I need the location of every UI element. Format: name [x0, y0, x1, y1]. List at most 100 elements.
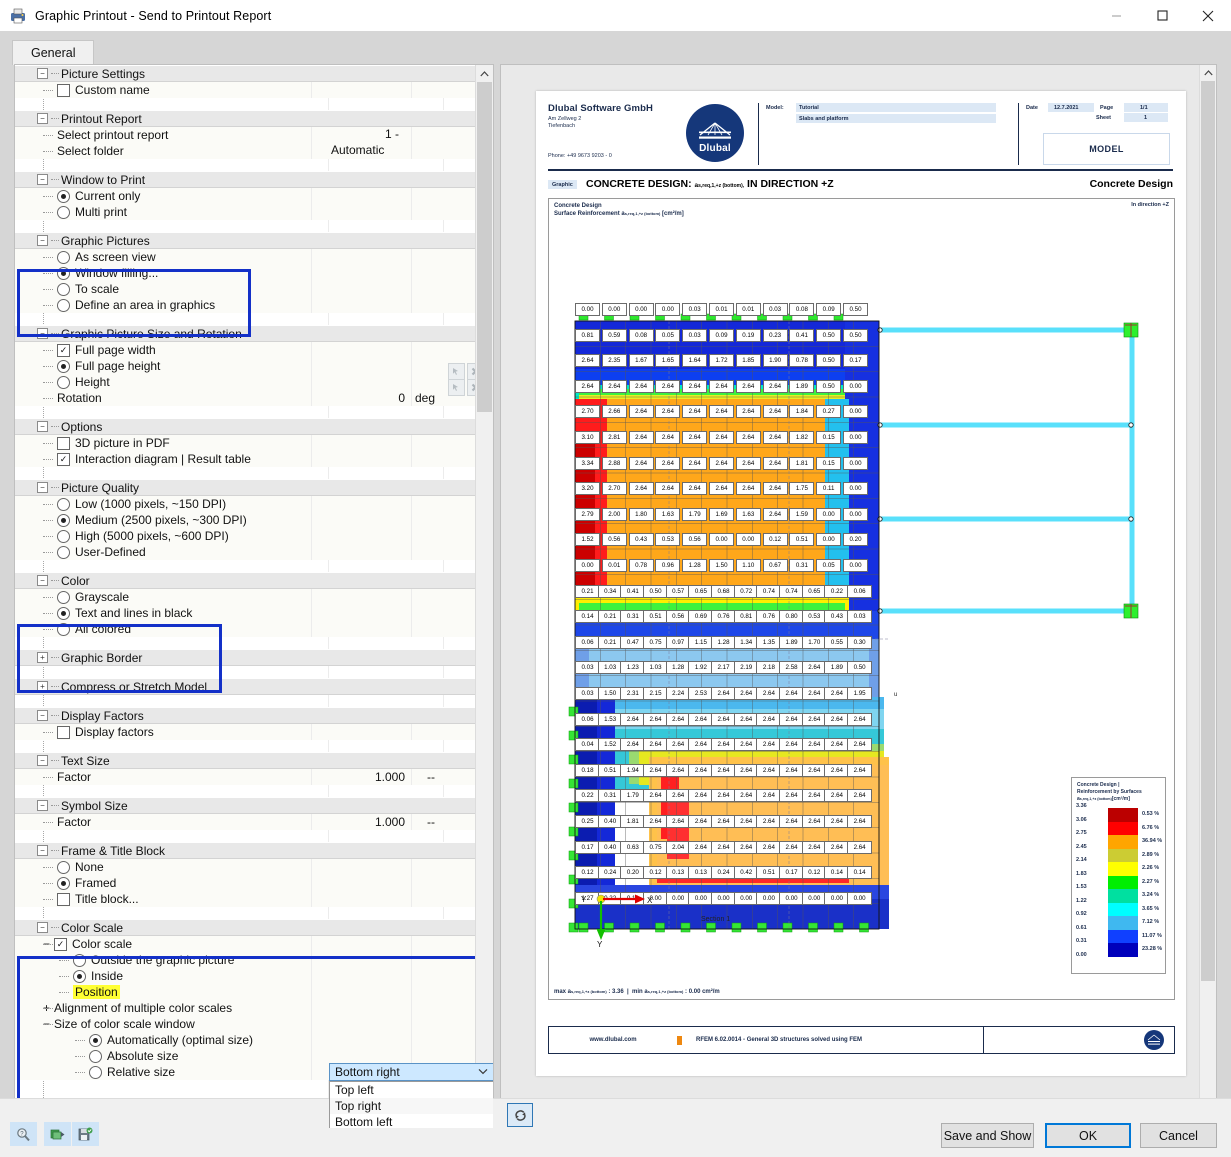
group-header-printout-report[interactable]: −Printout Report [15, 110, 477, 127]
setting-row[interactable]: Framed [15, 875, 477, 891]
radio-relative-size[interactable] [89, 1066, 102, 1079]
radio-grayscale[interactable] [57, 591, 70, 604]
tab-general[interactable]: General [12, 40, 94, 65]
setting-row[interactable]: Grayscale [15, 589, 477, 605]
pick-graphic-button-2[interactable] [448, 379, 465, 396]
setting-row[interactable]: Automatically (optimal size) [15, 1032, 477, 1048]
setting-row[interactable]: User-Defined [15, 544, 477, 560]
group-expander-window-to-print[interactable]: − [37, 174, 48, 185]
setting-row[interactable]: Window filling... [15, 265, 477, 281]
radio-medium-2500-pixels-300-dpi[interactable] [57, 514, 70, 527]
setting-row[interactable]: Inside [15, 968, 477, 984]
row-cell-value[interactable] [311, 281, 411, 297]
radio-current-only[interactable] [57, 190, 70, 203]
settings-scrollbar-thumb[interactable] [477, 82, 492, 412]
radio-text-and-lines-in-black[interactable] [57, 607, 70, 620]
group-header-display-factors[interactable]: −Display Factors [15, 707, 477, 724]
setting-row[interactable]: Custom name [15, 82, 477, 98]
group-expander-symbol-size[interactable]: − [37, 800, 48, 811]
checkbox-interaction-diagram-result-table[interactable]: ✓ [57, 453, 70, 466]
row-cell-value[interactable] [311, 249, 411, 265]
radio-automatically-optimal-size[interactable] [89, 1034, 102, 1047]
ok-button[interactable]: OK [1045, 1123, 1131, 1148]
setting-row[interactable]: −Size of color scale window [15, 1016, 477, 1032]
setting-row[interactable]: None [15, 859, 477, 875]
row-cell-value[interactable] [311, 512, 411, 528]
row-cell-value[interactable] [311, 390, 411, 406]
setting-row[interactable]: Text and lines in black [15, 605, 477, 621]
setting-row[interactable]: Absolute size [15, 1048, 477, 1064]
graphic-frame[interactable]: Concrete Design Surface Reinforcement as… [548, 198, 1175, 1000]
setting-row[interactable]: Define an area in graphics [15, 297, 477, 313]
checkbox-title-block[interactable] [57, 893, 70, 906]
group-expander-frame-title-block[interactable]: − [37, 845, 48, 856]
setting-row[interactable]: Outside the graphic picture [15, 952, 477, 968]
setting-row[interactable]: Position [15, 984, 477, 1000]
setting-row[interactable]: All colored [15, 621, 477, 637]
row-cell-value[interactable] [311, 435, 411, 451]
setting-row[interactable]: Height [15, 374, 477, 390]
row-cell-value[interactable] [311, 984, 411, 1000]
radio-low-1000-pixels-150-dpi[interactable] [57, 498, 70, 511]
radio-full-page-height[interactable] [57, 360, 70, 373]
save-settings-button[interactable] [72, 1122, 99, 1146]
row-cell-value[interactable] [311, 589, 411, 605]
group-header-graphic-border[interactable]: +Graphic Border [15, 649, 477, 666]
row-cell-value[interactable] [311, 496, 411, 512]
checkbox-custom-name[interactable] [57, 84, 70, 97]
group-expander-text-size[interactable]: − [37, 755, 48, 766]
row-cell-value[interactable] [311, 342, 411, 358]
group-header-text-size[interactable]: −Text Size [15, 752, 477, 769]
help-search-button[interactable]: ? [10, 1122, 37, 1146]
radio-multi-print[interactable] [57, 206, 70, 219]
setting-row[interactable]: ✓Interaction diagram | Result table [15, 451, 477, 467]
setting-row[interactable]: Rotation0deg [15, 390, 477, 406]
group-header-picture-settings[interactable]: −Picture Settings [15, 65, 477, 82]
radio-as-screen-view[interactable] [57, 251, 70, 264]
setting-row[interactable]: Factor1.000-- [15, 769, 477, 785]
row-cell-value[interactable] [311, 952, 411, 968]
group-header-graphic-pictures[interactable]: −Graphic Pictures [15, 232, 477, 249]
export-settings-button[interactable] [44, 1122, 71, 1146]
close-button[interactable] [1185, 0, 1231, 31]
checkbox-full-page-width[interactable]: ✓ [57, 344, 70, 357]
group-header-frame-title-block[interactable]: −Frame & Title Block [15, 842, 477, 859]
radio-all-colored[interactable] [57, 623, 70, 636]
group-expander-picture-quality[interactable]: − [37, 482, 48, 493]
setting-row[interactable]: As screen view [15, 249, 477, 265]
radio-user-defined[interactable] [57, 546, 70, 559]
cancel-button[interactable]: Cancel [1140, 1123, 1217, 1148]
row-cell-value[interactable] [311, 1000, 411, 1016]
setting-row[interactable]: +Alignment of multiple color scales [15, 1000, 477, 1016]
group-header-window-to-print[interactable]: −Window to Print [15, 171, 477, 188]
row-cell-value[interactable] [311, 544, 411, 560]
radio-to-scale[interactable] [57, 283, 70, 296]
preview-scroll-up-icon[interactable] [1200, 65, 1216, 81]
refresh-preview-button[interactable] [507, 1103, 533, 1127]
setting-row[interactable]: ✓Full page width [15, 342, 477, 358]
preview-scrollbar-thumb[interactable] [1201, 81, 1215, 981]
setting-row[interactable]: Current only [15, 188, 477, 204]
group-header-compress-or-stretch-model[interactable]: +Compress or Stretch Model [15, 678, 477, 695]
checkbox-3d-picture-in-pdf[interactable] [57, 437, 70, 450]
row-cell-value[interactable] [311, 358, 411, 374]
row-cell-value[interactable] [311, 859, 411, 875]
group-expander-picture-settings[interactable]: − [37, 68, 48, 79]
setting-row[interactable]: −✓Color scale [15, 936, 477, 952]
setting-row[interactable]: Display factors [15, 724, 477, 740]
group-header-symbol-size[interactable]: −Symbol Size [15, 797, 477, 814]
group-header-picture-quality[interactable]: −Picture Quality [15, 479, 477, 496]
row-cell-value[interactable] [311, 374, 411, 390]
setting-row[interactable]: Select folderAutomatic [15, 143, 477, 159]
position-option-top-left[interactable]: Top left [330, 1082, 494, 1098]
row-cell-value[interactable] [311, 936, 411, 952]
group-expander-compress-or-stretch-model[interactable]: + [37, 681, 48, 692]
group-header-color-scale[interactable]: −Color Scale [15, 919, 477, 936]
radio-high-5000-pixels-600-dpi[interactable] [57, 530, 70, 543]
radio-outside-the-graphic-picture[interactable] [73, 954, 86, 967]
row-cell-value[interactable] [311, 265, 411, 281]
row-cell-value[interactable] [311, 1048, 411, 1064]
preview-panel[interactable]: Dlubal Software GmbH Am Zellweg 2 Tiefen… [500, 64, 1217, 1129]
row-cell-value[interactable] [311, 621, 411, 637]
group-expander-graphic-border[interactable]: + [37, 652, 48, 663]
